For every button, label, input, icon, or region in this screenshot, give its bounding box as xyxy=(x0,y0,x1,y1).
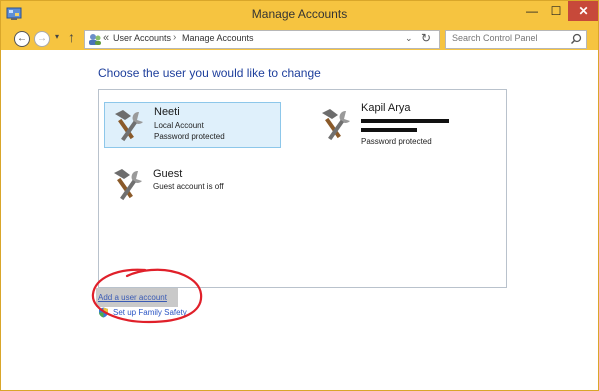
redacted-email-mark xyxy=(361,119,449,123)
manage-accounts-window: Manage Accounts — ☐ ✕ ← → ▾ ↑ « User Acc… xyxy=(0,0,599,391)
minimize-icon: — xyxy=(526,4,538,18)
back-arrow-icon: ← xyxy=(17,33,27,44)
forward-button[interactable]: → xyxy=(34,31,50,47)
account-tile-neeti[interactable]: Neeti Local Account Password protected xyxy=(104,102,281,148)
search-icon[interactable] xyxy=(570,33,582,45)
minimize-button[interactable]: — xyxy=(520,1,544,21)
page-heading: Choose the user you would like to change xyxy=(98,66,321,80)
account-type: Local Account xyxy=(154,121,204,130)
account-tile-kapil-arya[interactable]: Kapil Arya Password protected xyxy=(312,102,502,146)
breadcrumb-separator-icon[interactable]: › xyxy=(173,32,176,43)
close-icon: ✕ xyxy=(578,4,589,18)
account-name: Neeti xyxy=(154,106,180,118)
account-status: Password protected xyxy=(154,132,225,141)
breadcrumb-manage-accounts[interactable]: Manage Accounts xyxy=(182,33,254,43)
redacted-account-mark xyxy=(361,128,417,132)
chevron-down-icon: ▾ xyxy=(55,32,60,41)
maximize-button[interactable]: ☐ xyxy=(544,1,568,21)
navigation-bar: ← → ▾ ↑ « User Accounts › Manage Account… xyxy=(1,28,598,50)
account-status: Guest account is off xyxy=(153,182,224,191)
red-circle-annotation xyxy=(91,268,203,324)
account-status: Password protected xyxy=(361,137,432,146)
breadcrumb-user-accounts[interactable]: User Accounts xyxy=(113,33,171,43)
account-name: Guest xyxy=(153,168,183,180)
title-bar[interactable]: Manage Accounts — ☐ ✕ xyxy=(1,1,598,28)
up-arrow-icon: ↑ xyxy=(68,29,75,45)
accounts-panel: Neeti Local Account Password protected K… xyxy=(98,89,507,288)
address-dropdown-icon[interactable]: ⌄ xyxy=(405,33,413,44)
up-button[interactable]: ↑ xyxy=(68,29,75,45)
window-title: Manage Accounts xyxy=(251,7,348,21)
account-name: Kapil Arya xyxy=(361,102,411,114)
search-input[interactable]: Search Control Panel xyxy=(452,33,538,43)
search-box[interactable]: Search Control Panel xyxy=(445,30,587,49)
back-button[interactable]: ← xyxy=(14,31,30,47)
admin-tools-icon xyxy=(114,169,142,201)
breadcrumb-overflow-icon[interactable]: « xyxy=(103,32,109,44)
recent-locations-button[interactable]: ▾ xyxy=(55,32,59,41)
close-button[interactable]: ✕ xyxy=(568,1,598,21)
admin-tools-icon xyxy=(115,110,143,142)
admin-tools-icon xyxy=(322,109,350,141)
address-bar[interactable]: « User Accounts › Manage Accounts ⌄ ↻ xyxy=(84,30,440,49)
forward-arrow-icon: → xyxy=(37,33,47,44)
refresh-icon[interactable]: ↻ xyxy=(421,31,431,45)
account-tile-guest[interactable]: Guest Guest account is off xyxy=(104,162,279,206)
maximize-icon: ☐ xyxy=(550,4,562,18)
user-accounts-icon xyxy=(89,34,101,45)
